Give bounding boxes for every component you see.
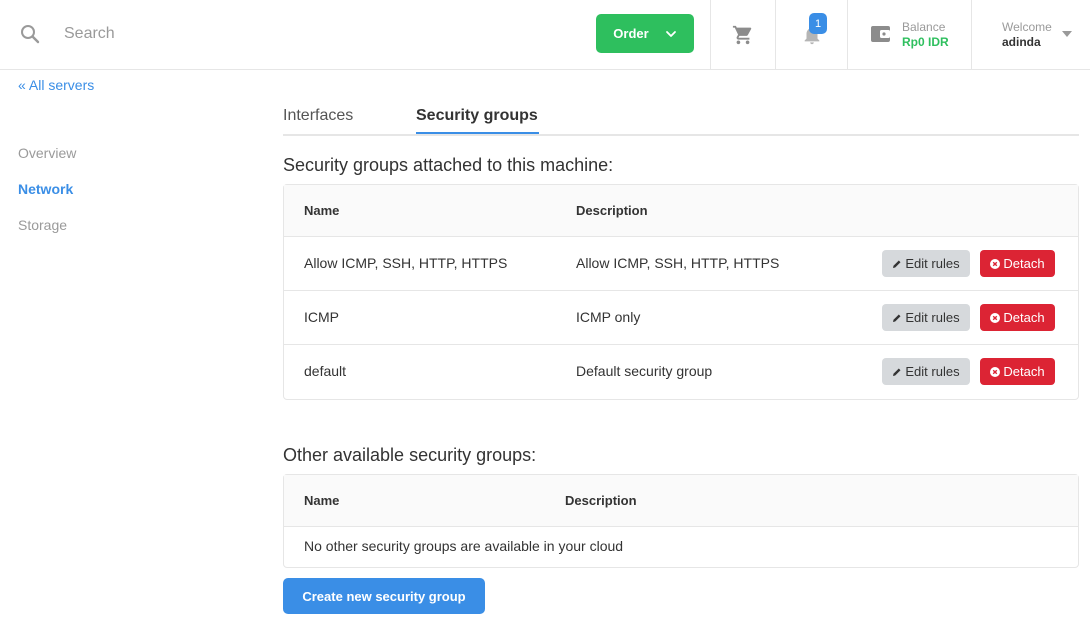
group-name: ICMP: [304, 309, 339, 325]
available-groups-title: Other available security groups:: [283, 445, 537, 465]
attached-groups-title: Security groups attached to this machine…: [283, 155, 614, 175]
order-button[interactable]: Order: [596, 14, 694, 53]
order-button-label: Order: [613, 26, 649, 41]
edit-rules-label: Edit rules: [905, 256, 960, 271]
group-description: Allow ICMP, SSH, HTTP, HTTPS: [576, 255, 780, 271]
column-name: Name: [304, 203, 340, 218]
group-name: default: [304, 363, 347, 379]
user-menu[interactable]: Welcome adinda: [972, 0, 1090, 70]
sidebar-item-network[interactable]: Network: [18, 180, 76, 216]
detach-button[interactable]: Detach: [980, 358, 1055, 385]
wallet-icon: [871, 26, 890, 42]
cart-icon: [732, 25, 752, 45]
caret-down-icon: [1062, 31, 1072, 37]
search-input[interactable]: [56, 18, 356, 50]
edit-rules-label: Edit rules: [905, 364, 960, 379]
table-header: Name Description: [284, 185, 1078, 237]
detach-button[interactable]: Detach: [980, 250, 1055, 277]
group-description: ICMP only: [576, 309, 641, 325]
sidebar-item-overview[interactable]: Overview: [18, 144, 76, 180]
table-header: Name Description: [284, 475, 1078, 527]
search-icon[interactable]: [20, 24, 40, 44]
edit-rules-button[interactable]: Edit rules: [882, 358, 970, 385]
active-tab-indicator: [416, 132, 539, 134]
tab-bar: Interfaces Security groups: [283, 100, 1079, 136]
close-circle-icon: [990, 312, 1001, 323]
close-circle-icon: [990, 366, 1001, 377]
balance-label: Balance: [902, 20, 946, 34]
top-bar: Order 1 Balance Rp0 IDR Welcome adinda: [0, 0, 1090, 70]
detach-label: Detach: [1003, 364, 1045, 379]
close-circle-icon: [990, 258, 1001, 269]
pencil-icon: [893, 260, 901, 268]
edit-rules-button[interactable]: Edit rules: [882, 304, 970, 331]
table-row: Allow ICMP, SSH, HTTP, HTTPS Allow ICMP,…: [284, 237, 1078, 291]
pencil-icon: [893, 314, 901, 322]
notifications-button[interactable]: [776, 0, 847, 70]
column-name: Name: [304, 493, 340, 508]
column-description: Description: [576, 203, 648, 218]
table-row: ICMP ICMP only Edit rules Detach: [284, 291, 1078, 345]
pencil-icon: [893, 368, 901, 376]
create-security-group-button[interactable]: Create new security group: [283, 578, 485, 614]
tab-interfaces[interactable]: Interfaces: [283, 107, 353, 125]
sidebar-nav: Overview Network Storage: [18, 144, 76, 252]
column-description: Description: [565, 493, 637, 508]
detach-label: Detach: [1003, 256, 1045, 271]
balance-value: Rp0 IDR: [902, 35, 949, 49]
detach-label: Detach: [1003, 310, 1045, 325]
edit-rules-button[interactable]: Edit rules: [882, 250, 970, 277]
attached-groups-table: Name Description Allow ICMP, SSH, HTTP, …: [283, 184, 1079, 400]
back-to-servers-link[interactable]: « All servers: [18, 77, 94, 93]
welcome-label: Welcome: [1002, 20, 1052, 34]
sidebar-item-storage[interactable]: Storage: [18, 216, 76, 252]
tab-security-groups[interactable]: Security groups: [416, 107, 538, 125]
notification-badge: 1: [809, 13, 827, 34]
username: adinda: [1002, 35, 1041, 49]
group-name: Allow ICMP, SSH, HTTP, HTTPS: [304, 255, 508, 271]
empty-state-row: No other security groups are available i…: [284, 527, 1078, 567]
balance-widget[interactable]: Balance Rp0 IDR: [848, 0, 971, 70]
group-description: Default security group: [576, 363, 713, 379]
table-row: default Default security group Edit rule…: [284, 345, 1078, 399]
edit-rules-label: Edit rules: [905, 310, 960, 325]
available-groups-table: Name Description No other security group…: [283, 474, 1079, 568]
empty-message: No other security groups are available i…: [304, 538, 624, 554]
cart-button[interactable]: [711, 0, 775, 70]
detach-button[interactable]: Detach: [980, 304, 1055, 331]
chevron-down-icon: [665, 30, 676, 37]
